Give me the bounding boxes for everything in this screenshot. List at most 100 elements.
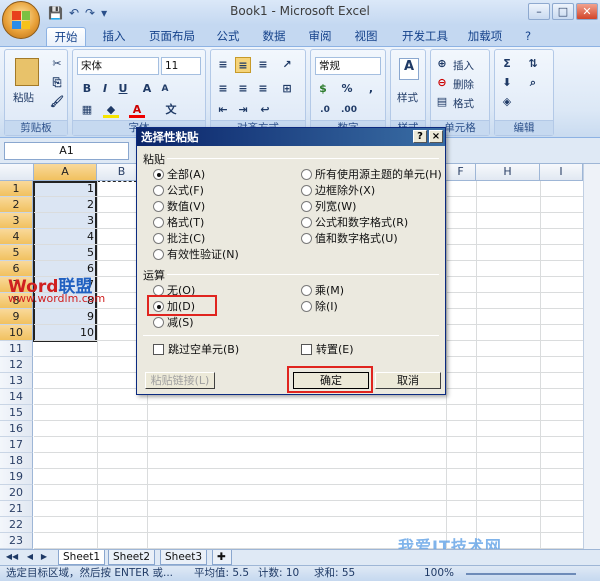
cell-a10[interactable]: 10 bbox=[34, 325, 96, 341]
row-header[interactable]: 22 bbox=[0, 517, 33, 533]
row-header[interactable]: 10 bbox=[0, 325, 33, 341]
column-header-i[interactable]: I bbox=[540, 164, 583, 181]
row-header[interactable]: 17 bbox=[0, 437, 33, 453]
align-bottom-icon[interactable]: ≡ bbox=[255, 57, 271, 73]
font-grow-icon[interactable]: A bbox=[139, 81, 155, 97]
cell-a3[interactable]: 3 bbox=[34, 213, 96, 229]
currency-icon[interactable]: $ bbox=[315, 81, 331, 97]
format-cells-button[interactable]: 格式 bbox=[453, 96, 474, 111]
radio-paste-source-theme[interactable]: 所有使用源主题的单元(H) bbox=[301, 168, 442, 182]
underline-button[interactable]: U bbox=[115, 81, 131, 97]
align-center-icon[interactable]: ≡ bbox=[235, 81, 251, 97]
insert-cells-icon[interactable]: ⊕ bbox=[434, 56, 450, 72]
format-cells-icon[interactable]: ▤ bbox=[434, 94, 450, 110]
tab-view[interactable]: 视图 bbox=[348, 27, 384, 46]
radio-paste-comments[interactable]: 批注(C) bbox=[153, 232, 205, 246]
office-button[interactable] bbox=[2, 1, 40, 39]
cell-a2[interactable]: 2 bbox=[34, 197, 96, 213]
radio-op-multiply[interactable]: 乘(M) bbox=[301, 284, 344, 298]
sort-filter-icon[interactable]: ⇅ bbox=[525, 56, 541, 72]
paste-icon[interactable] bbox=[15, 58, 39, 86]
find-icon[interactable]: ⌕ bbox=[525, 75, 541, 91]
tab-page-layout[interactable]: 页面布局 bbox=[142, 27, 202, 46]
delete-cells-icon[interactable]: ⊖ bbox=[434, 75, 450, 91]
row-header[interactable]: 18 bbox=[0, 453, 33, 469]
row-header[interactable]: 12 bbox=[0, 357, 33, 373]
align-top-icon[interactable]: ≡ bbox=[215, 57, 231, 73]
row-header[interactable]: 11 bbox=[0, 341, 33, 357]
cell-a9[interactable]: 9 bbox=[34, 309, 96, 325]
fill-color-icon[interactable]: ◆ bbox=[103, 102, 119, 118]
tab-developer[interactable]: 开发工具 bbox=[396, 27, 454, 46]
font-name-box[interactable]: 宋体 bbox=[77, 57, 159, 75]
percent-button[interactable]: % bbox=[339, 81, 355, 97]
checkbox-transpose[interactable]: 转置(E) bbox=[301, 343, 354, 357]
row-header[interactable]: 13 bbox=[0, 373, 33, 389]
number-format-box[interactable]: 常规 bbox=[315, 57, 381, 75]
dialog-help-button[interactable]: ? bbox=[413, 130, 427, 143]
indent-increase-icon[interactable]: ⇥ bbox=[235, 102, 251, 118]
column-header-h[interactable]: H bbox=[476, 164, 540, 181]
new-sheet-icon[interactable]: ✚ bbox=[212, 550, 232, 565]
autosum-icon[interactable]: Σ bbox=[499, 56, 515, 72]
phonetic-icon[interactable]: 文 bbox=[163, 102, 179, 118]
tab-data[interactable]: 数据 bbox=[256, 27, 292, 46]
row-header[interactable]: 14 bbox=[0, 389, 33, 405]
border-icon[interactable]: ▦ bbox=[79, 102, 95, 118]
merge-icon[interactable]: ⊞ bbox=[279, 81, 295, 97]
row-header[interactable]: 1 bbox=[0, 181, 33, 197]
select-all-corner[interactable] bbox=[0, 164, 34, 181]
row-header[interactable]: 15 bbox=[0, 405, 33, 421]
paste-button[interactable]: 粘贴 bbox=[13, 90, 34, 105]
format-painter-icon[interactable]: 🖌 bbox=[49, 94, 65, 110]
name-box[interactable]: A1 bbox=[4, 142, 129, 160]
font-shrink-icon[interactable]: A bbox=[157, 81, 173, 97]
row-header[interactable]: 20 bbox=[0, 485, 33, 501]
radio-paste-column-widths[interactable]: 列宽(W) bbox=[301, 200, 356, 214]
row-header[interactable]: 4 bbox=[0, 229, 33, 245]
italic-button[interactable]: I bbox=[97, 81, 113, 97]
align-middle-icon[interactable]: ≡ bbox=[235, 57, 251, 73]
cancel-button[interactable]: 取消 bbox=[375, 372, 441, 389]
row-header[interactable]: 3 bbox=[0, 213, 33, 229]
zoom-level[interactable]: 100% bbox=[424, 566, 454, 581]
font-size-box[interactable]: 11 bbox=[161, 57, 201, 75]
bold-button[interactable]: B bbox=[79, 81, 95, 97]
orientation-icon[interactable]: ↗ bbox=[279, 57, 295, 73]
checkbox-skip-blanks[interactable]: 跳过空单元(B) bbox=[153, 343, 239, 357]
styles-button[interactable]: 样式 bbox=[397, 90, 418, 105]
paste-link-button[interactable]: 粘贴链接(L) bbox=[145, 372, 215, 389]
row-header[interactable]: 2 bbox=[0, 197, 33, 213]
font-color-icon[interactable]: A bbox=[129, 102, 145, 118]
first-sheet-icon[interactable]: ◀◀ bbox=[4, 550, 20, 566]
sheet-tab-1[interactable]: Sheet1 bbox=[58, 550, 106, 565]
copy-icon[interactable]: ⎘ bbox=[49, 75, 65, 91]
align-left-icon[interactable]: ≡ bbox=[215, 81, 231, 97]
comma-icon[interactable]: , bbox=[363, 81, 379, 97]
sheet-tab-3[interactable]: Sheet3 bbox=[160, 550, 208, 565]
vertical-scrollbar[interactable] bbox=[583, 164, 600, 549]
next-sheet-icon[interactable]: ▶ bbox=[36, 550, 52, 566]
cut-icon[interactable]: ✂ bbox=[49, 56, 65, 72]
radio-paste-formulas-numbers[interactable]: 公式和数字格式(R) bbox=[301, 216, 408, 230]
radio-paste-all[interactable]: 全部(A) bbox=[153, 168, 205, 182]
row-header[interactable]: 16 bbox=[0, 421, 33, 437]
dialog-close-button[interactable]: × bbox=[429, 130, 443, 143]
minimize-button[interactable]: – bbox=[528, 3, 550, 20]
align-right-icon[interactable]: ≡ bbox=[255, 81, 271, 97]
clear-icon[interactable]: ◈ bbox=[499, 94, 515, 110]
tab-insert[interactable]: 插入 bbox=[94, 27, 134, 46]
row-header[interactable]: 5 bbox=[0, 245, 33, 261]
fill-icon[interactable]: ⬇ bbox=[499, 75, 515, 91]
styles-icon[interactable]: A bbox=[399, 58, 419, 80]
row-header[interactable]: 23 bbox=[0, 533, 33, 549]
radio-paste-formats[interactable]: 格式(T) bbox=[153, 216, 204, 230]
tab-home[interactable]: 开始 bbox=[46, 27, 86, 46]
sheet-tab-2[interactable]: Sheet2 bbox=[108, 550, 156, 565]
row-header[interactable]: 9 bbox=[0, 309, 33, 325]
radio-paste-values-numbers[interactable]: 值和数字格式(U) bbox=[301, 232, 398, 246]
column-header-f[interactable]: F bbox=[446, 164, 476, 181]
tab-formulas[interactable]: 公式 bbox=[210, 27, 246, 46]
cell-a4[interactable]: 4 bbox=[34, 229, 96, 245]
column-header-a[interactable]: A bbox=[34, 164, 97, 181]
